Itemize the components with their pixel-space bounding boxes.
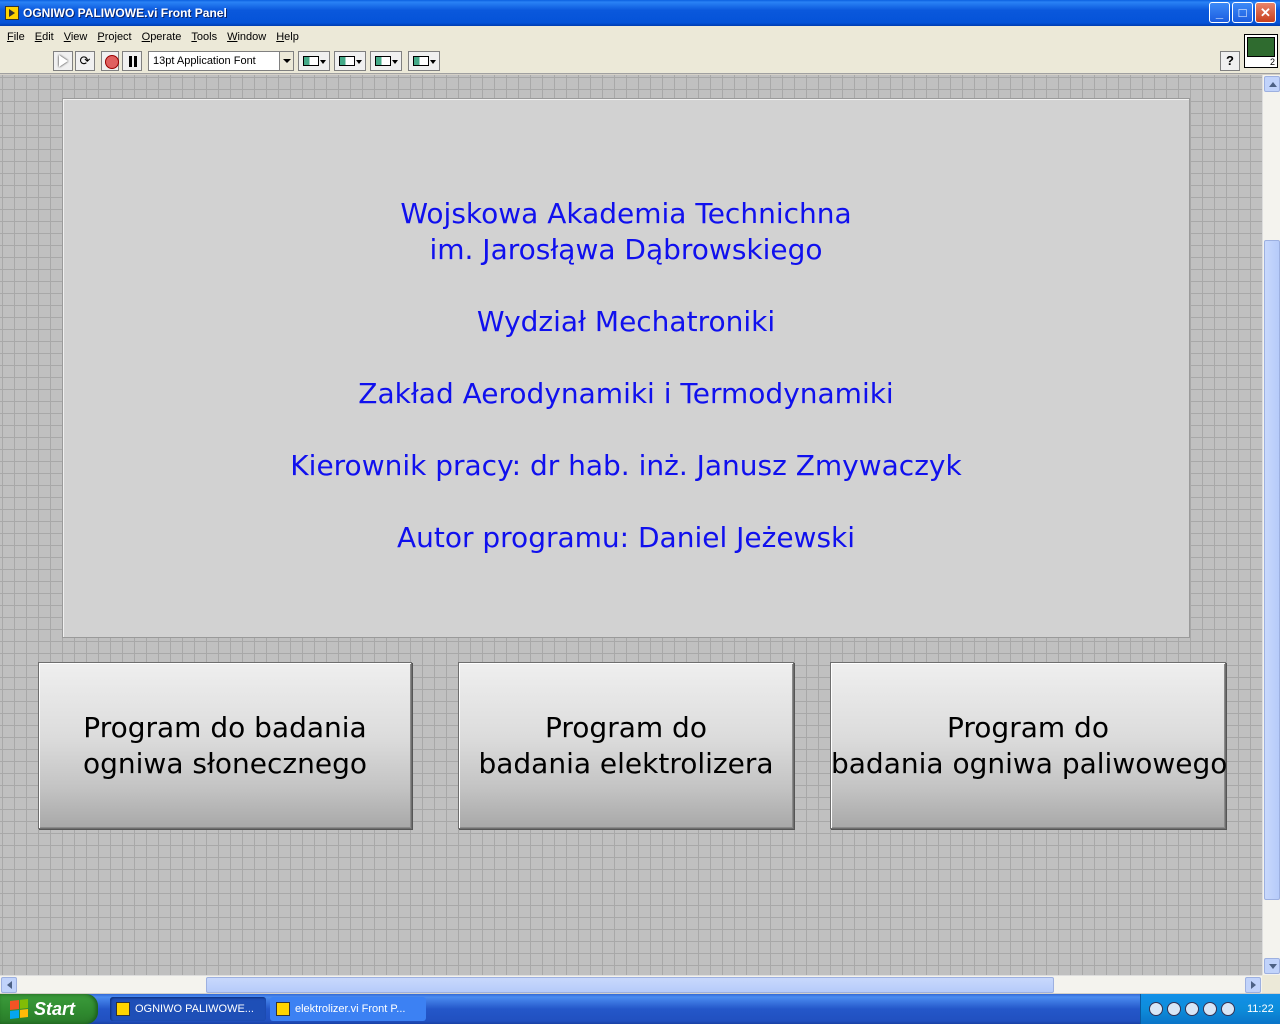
scroll-down-icon[interactable] (1264, 958, 1280, 974)
align-objects-icon (303, 56, 319, 66)
supervisor-line: Kierownik pracy: dr hab. inż. Janusz Zmy… (290, 449, 962, 482)
scroll-left-icon[interactable] (1, 977, 17, 993)
electrolyzer-button-label-line2: badania elektrolizera (478, 746, 774, 780)
tray-security-icon[interactable] (1203, 1002, 1217, 1016)
tray-clock: 11:22 (1247, 1003, 1274, 1015)
menu-view[interactable]: View (59, 31, 93, 43)
solar-button-label-line1: Program do badania (83, 710, 367, 744)
fuel-button-label-line1: Program do (947, 710, 1109, 744)
menu-help[interactable]: Help (271, 31, 304, 43)
align-objects-button[interactable] (298, 51, 330, 71)
horizontal-scroll-thumb[interactable] (206, 977, 1054, 993)
menu-edit[interactable]: Edit (30, 31, 59, 43)
start-button[interactable]: Start (0, 994, 98, 1024)
department-name: Zakład Aerodynamiki i Termodynamiki (358, 377, 894, 410)
fuel-button-label-line2: badania ogniwa paliwowego (831, 746, 1228, 780)
tray-volume-icon[interactable] (1221, 1002, 1235, 1016)
author-line: Autor programu: Daniel Jeżewski (396, 521, 856, 554)
abort-execution-icon[interactable] (101, 51, 119, 71)
tray-usb-icon[interactable] (1185, 1002, 1199, 1016)
front-panel: Wojskowa Akademia Technichna im. Jarosłą… (0, 75, 1262, 975)
vertical-scroll-thumb[interactable] (1264, 240, 1280, 900)
menu-file[interactable]: File (2, 31, 30, 43)
vi-icon-number: 2 (1269, 57, 1275, 67)
labview-app-icon (5, 6, 19, 20)
distribute-objects-button[interactable] (334, 51, 366, 71)
taskbar-item-ogniwo[interactable]: OGNIWO PALIWOWE... (110, 997, 266, 1021)
font-select-value: 13pt Application Font (153, 55, 256, 67)
university-patron: im. Jarosłąwa Dąbrowskiego (429, 233, 823, 266)
faculty-name: Wydział Mechatroniki (476, 305, 776, 338)
electrolyzer-button-label-line1: Program do (545, 710, 707, 744)
close-icon[interactable]: ✕ (1255, 2, 1276, 23)
fuel-cell-program-button[interactable]: Program do badania ogniwa paliwowego (830, 662, 1228, 829)
reorder-button[interactable] (408, 51, 440, 71)
taskbar-item-elektrolizer[interactable]: elektrolizer.vi Front P... (270, 997, 426, 1021)
context-help-icon[interactable]: ? (1220, 51, 1240, 71)
scroll-right-icon[interactable] (1245, 977, 1261, 993)
menu-operate[interactable]: Operate (137, 31, 187, 43)
minimize-icon[interactable]: _ (1209, 2, 1230, 23)
font-select[interactable]: 13pt Application Font (148, 51, 294, 71)
menu-bar: File Edit View Project Operate Tools Win… (0, 26, 1280, 48)
system-tray: 11:22 (1140, 994, 1280, 1024)
tray-chevron-icon[interactable] (1149, 1002, 1163, 1016)
labview-vi-icon (116, 1002, 130, 1016)
horizontal-scrollbar[interactable] (0, 975, 1262, 993)
menu-tools[interactable]: Tools (186, 31, 222, 43)
windows-logo-icon (10, 999, 28, 1019)
run-continuously-icon[interactable]: ⟳ (75, 51, 95, 71)
scroll-up-icon[interactable] (1264, 76, 1280, 92)
taskbar-item-label: OGNIWO PALIWOWE... (135, 1003, 254, 1015)
tray-network-icon[interactable] (1167, 1002, 1181, 1016)
resize-objects-button[interactable] (370, 51, 402, 71)
chevron-down-icon[interactable] (279, 52, 293, 70)
solar-cell-program-button[interactable]: Program do badania ogniwa słonecznego (38, 662, 412, 829)
menu-window[interactable]: Window (222, 31, 271, 43)
taskbar-item-label: elektrolizer.vi Front P... (295, 1003, 406, 1015)
electrolyzer-program-button[interactable]: Program do badania elektrolizera (458, 662, 794, 829)
maximize-icon[interactable]: □ (1232, 2, 1253, 23)
menu-project[interactable]: Project (92, 31, 136, 43)
reorder-icon (413, 56, 429, 66)
run-arrow-icon[interactable] (53, 51, 73, 71)
vi-connector-icon[interactable]: 2 (1244, 34, 1278, 68)
toolbar: ⟳ 13pt Application Font ? (0, 48, 1280, 74)
vertical-scrollbar[interactable] (1262, 75, 1280, 975)
solar-button-label-line2: ogniwa słonecznego (82, 746, 367, 780)
pause-icon[interactable] (122, 51, 142, 71)
window-controls: _ □ ✕ (1209, 2, 1276, 23)
distribute-objects-icon (339, 56, 355, 66)
info-box: Wojskowa Akademia Technichna im. Jarosłą… (62, 98, 1190, 638)
university-name: Wojskowa Akademia Technichna (400, 197, 852, 230)
start-label: Start (34, 998, 76, 1019)
vi-icon-graphic (1247, 37, 1275, 57)
title-bar: OGNIWO PALIWOWE.vi Front Panel _ □ ✕ (0, 0, 1280, 26)
window-title: OGNIWO PALIWOWE.vi Front Panel (23, 6, 227, 20)
resize-objects-icon (375, 56, 391, 66)
taskbar: Start OGNIWO PALIWOWE... elektrolizer.vi… (0, 994, 1280, 1024)
labview-vi-icon (276, 1002, 290, 1016)
scrollbar-corner (1262, 975, 1280, 993)
